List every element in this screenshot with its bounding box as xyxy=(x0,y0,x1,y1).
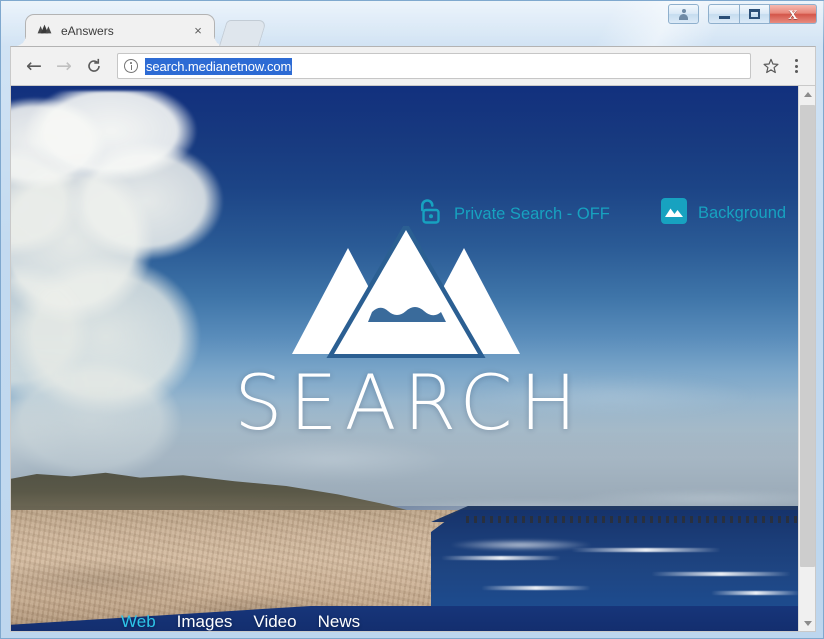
tab-images[interactable]: Images xyxy=(177,612,254,631)
browser-window: X eAnswers × ← → search.medianetnow.com … xyxy=(0,0,824,639)
background-wave xyxy=(651,572,791,576)
address-bar[interactable]: search.medianetnow.com xyxy=(117,53,751,79)
new-tab-button[interactable] xyxy=(219,20,267,46)
tab-title: eAnswers xyxy=(61,23,114,38)
mountain-favicon-icon xyxy=(37,24,52,37)
site-info-icon[interactable] xyxy=(124,59,138,73)
tab-strip: eAnswers × xyxy=(1,14,824,46)
chevron-down-icon xyxy=(803,621,812,626)
tab-close-icon[interactable]: × xyxy=(190,23,206,39)
browser-menu-icon[interactable] xyxy=(785,52,807,80)
page-scrollbar[interactable] xyxy=(798,86,815,631)
reload-button[interactable] xyxy=(79,51,109,81)
background-wave xyxy=(481,586,591,590)
scrollbar-thumb[interactable] xyxy=(800,105,815,567)
background-breakwater xyxy=(466,516,800,523)
background-wave xyxy=(441,556,561,560)
site-logo: SEARCH xyxy=(11,221,800,447)
scroll-down-button[interactable] xyxy=(799,615,815,631)
background-foam xyxy=(421,534,621,556)
scroll-up-button[interactable] xyxy=(799,86,815,103)
bookmark-star-icon[interactable] xyxy=(757,52,785,80)
search-homepage: Private Search - OFF Background SEARCH W… xyxy=(11,86,800,631)
search-category-tabs: Web Images Video News xyxy=(121,612,382,631)
tab-web[interactable]: Web xyxy=(121,612,177,631)
forward-button[interactable]: → xyxy=(49,51,79,81)
image-icon xyxy=(661,198,687,229)
back-button[interactable]: ← xyxy=(19,51,49,81)
tab-video[interactable]: Video xyxy=(253,612,317,631)
page-viewport: Private Search - OFF Background SEARCH W… xyxy=(10,86,816,632)
logo-wordmark: SEARCH xyxy=(234,358,584,447)
private-search-label: Private Search - OFF xyxy=(454,205,610,223)
background-label: Background xyxy=(698,204,787,222)
browser-toolbar: ← → search.medianetnow.com xyxy=(10,46,816,86)
url-text[interactable]: search.medianetnow.com xyxy=(145,57,293,75)
tab-news[interactable]: News xyxy=(318,612,382,631)
three-mountains-logo-icon xyxy=(11,221,800,363)
chevron-up-icon xyxy=(803,92,812,97)
browser-tab[interactable]: eAnswers × xyxy=(15,14,225,46)
background-wave xyxy=(711,591,800,595)
background-picker[interactable]: Background xyxy=(661,198,786,229)
